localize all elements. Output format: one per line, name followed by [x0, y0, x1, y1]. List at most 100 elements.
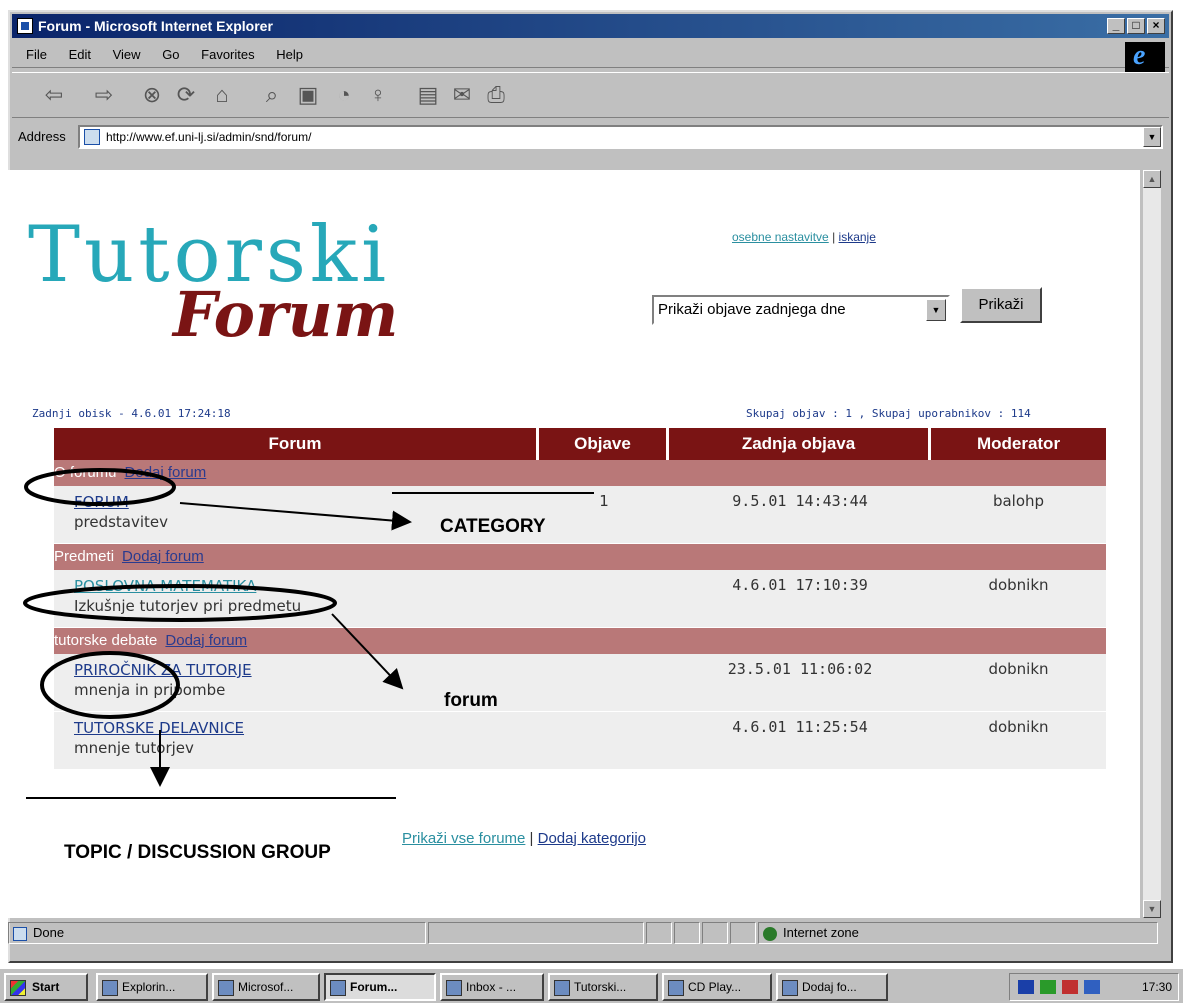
favorites-icon[interactable]: ▣ [294, 81, 322, 109]
ie-logo-icon: e [1125, 40, 1165, 72]
annotation-topic: TOPIC / DISCUSSION GROUP [64, 842, 331, 863]
back-icon[interactable]: ⇦ [40, 81, 68, 109]
show-button[interactable]: Prikaži [960, 287, 1042, 323]
forum-moderator: dobnikn [988, 660, 1049, 678]
home-icon[interactable]: ⌂ [208, 81, 236, 109]
annotation-category: CATEGORY [440, 516, 546, 537]
fullscreen-icon[interactable]: ▤ [414, 81, 442, 109]
stop-icon[interactable]: ⊗ [138, 81, 166, 109]
channels-icon[interactable]: ♀ [364, 81, 392, 109]
forum-moderator: balohp [992, 492, 1045, 510]
volume-icon[interactable] [1040, 980, 1056, 994]
scroll-down-icon[interactable]: ▼ [1143, 900, 1161, 918]
add-forum-link[interactable]: Dodaj forum [165, 632, 247, 649]
scroll-up-icon[interactable]: ▲ [1143, 170, 1161, 188]
taskbar-item[interactable]: Explorin... [96, 973, 208, 1001]
status-panel-small [646, 922, 672, 944]
menu-bar: File Edit View Go Favorites Help [12, 42, 1169, 68]
taskbar-item[interactable]: Dodaj fo... [776, 973, 888, 1001]
start-button[interactable]: Start [4, 973, 88, 1001]
add-forum-link[interactable]: Dodaj forum [122, 548, 204, 565]
bottom-links-separator: | [525, 830, 538, 847]
forum-title-link[interactable]: TUTORSKE DELAVNICE [74, 718, 539, 738]
system-tray: 17:30 [1009, 973, 1179, 1001]
forum-title-link[interactable]: FORUM [74, 492, 539, 512]
page-icon [13, 926, 27, 941]
forum-last-post: 23.5.01 11:06:02 [727, 660, 873, 678]
category-name: Predmeti [54, 548, 115, 565]
forum-moderator: dobnikn [988, 576, 1049, 594]
forum-post-count [539, 570, 669, 627]
page-icon [84, 129, 100, 145]
forum-table: Forum Objave Zadnja objava Moderator O f… [54, 428, 1106, 770]
add-category-link[interactable]: Dodaj kategorijo [538, 830, 646, 847]
menu-edit[interactable]: Edit [69, 47, 91, 62]
forum-title-link[interactable]: POSLOVNA MATEMATIKA [74, 576, 539, 596]
history-icon[interactable]: ◔ [330, 81, 358, 109]
toolbar: ⇦ ⇨ ⊗ ⟳ ⌂ ⌕ ▣ ◔ ♀ ▤ ✉ ⎙ [12, 72, 1169, 118]
maximize-button[interactable]: □ [1127, 18, 1145, 34]
forward-icon[interactable]: ⇨ [90, 81, 118, 109]
refresh-icon[interactable]: ⟳ [172, 81, 200, 109]
menu-go[interactable]: Go [162, 47, 179, 62]
print-icon[interactable]: ⎙ [482, 81, 510, 109]
table-row: FORUM predstavitev 1 9.5.01 14:43:44 balo… [54, 486, 1106, 544]
filter-select[interactable]: Prikaži objave zadnjega dne ▼ [652, 295, 950, 325]
header-moderator: Moderator [976, 434, 1061, 453]
add-forum-link[interactable]: Dodaj forum [125, 464, 207, 481]
status-panel-blank [428, 922, 644, 944]
forum-description: mnenje tutorjev [74, 739, 194, 757]
taskbar: Start Explorin... Microsof... Forum... I… [0, 967, 1183, 1003]
status-panel-small [702, 922, 728, 944]
forum-post-count: 1 [599, 492, 609, 510]
tray-app-icon[interactable] [1084, 980, 1100, 994]
taskbar-item[interactable]: Tutorski... [548, 973, 658, 1001]
window-title: Forum - Microsoft Internet Explorer [38, 18, 273, 34]
forum-title-link[interactable]: PRIROČNIK ZA TUTORJE [74, 660, 539, 680]
table-header: Forum Objave Zadnja objava Moderator [54, 428, 1106, 460]
clock: 17:30 [1141, 980, 1172, 994]
taskbar-item[interactable]: Microsof... [212, 973, 320, 1001]
minimize-button[interactable]: _ [1107, 18, 1125, 34]
logo-line2: Forum [173, 278, 399, 351]
taskbar-item[interactable]: CD Play... [662, 973, 772, 1001]
status-text: Done [33, 925, 65, 940]
filter-selected: Prikaži objave zadnjega dne [658, 301, 846, 318]
search-icon[interactable]: ⌕ [258, 81, 286, 109]
address-field[interactable]: http://www.ef.uni-lj.si/admin/snd/forum/… [78, 125, 1163, 149]
bottom-links: Prikaži vse forume | Dodaj kategorijo [402, 830, 646, 847]
mail-icon[interactable]: ✉ [448, 81, 476, 109]
header-last-post: Zadnja objava [669, 428, 931, 460]
last-visit: Zadnji obisk - 4.6.01 17:24:18 [32, 407, 231, 420]
taskbar-item[interactable]: Inbox - ... [440, 973, 544, 1001]
taskbar-item-active[interactable]: Forum... [324, 973, 436, 1001]
forum-post-count [539, 712, 669, 769]
search-link[interactable]: iskanje [839, 230, 876, 244]
forum-description: mnenja in pripombe [74, 681, 226, 699]
zone-text: Internet zone [783, 925, 859, 940]
menu-file[interactable]: File [26, 47, 47, 62]
address-url: http://www.ef.uni-lj.si/admin/snd/forum/ [106, 130, 312, 144]
status-panel-small [730, 922, 756, 944]
menu-view[interactable]: View [113, 47, 141, 62]
top-links: osebne nastavitve | iskanje [732, 230, 876, 244]
menu-help[interactable]: Help [276, 47, 303, 62]
network-icon[interactable] [1062, 980, 1078, 994]
vertical-scrollbar[interactable]: ▲ ▼ [1143, 170, 1161, 918]
address-bar: Address http://www.ef.uni-lj.si/admin/sn… [12, 122, 1169, 152]
forum-last-post: 4.6.01 17:10:39 [732, 576, 868, 594]
category-row: Predmeti Dodaj forum [54, 544, 1106, 570]
status-panel-small [674, 922, 700, 944]
chevron-down-icon[interactable]: ▼ [926, 299, 946, 321]
settings-link[interactable]: osebne nastavitve [732, 230, 829, 244]
language-icon[interactable] [1018, 980, 1034, 994]
globe-icon [763, 926, 777, 941]
close-button[interactable]: × [1147, 18, 1165, 34]
category-row: tutorske debate Dodaj forum [54, 628, 1106, 654]
forum-last-post: 9.5.01 14:43:44 [732, 492, 868, 510]
address-dropdown-icon[interactable]: ▼ [1143, 127, 1161, 147]
page-viewport: Tutorski Forum osebne nastavitve | iskan… [4, 170, 1140, 918]
show-all-forums-link[interactable]: Prikaži vse forume [402, 830, 525, 847]
menu-favorites[interactable]: Favorites [201, 47, 254, 62]
category-row: O forumu Dodaj forum [54, 460, 1106, 486]
